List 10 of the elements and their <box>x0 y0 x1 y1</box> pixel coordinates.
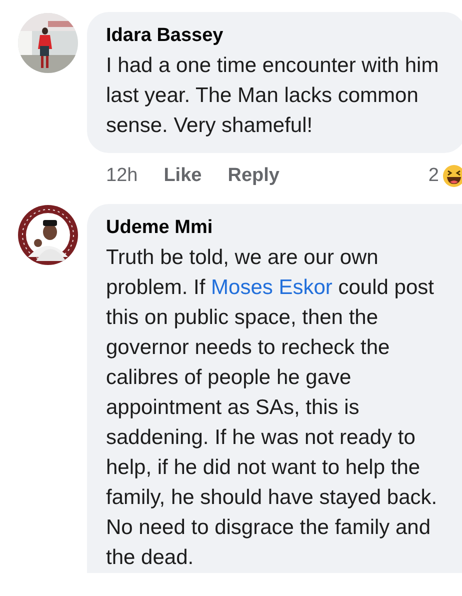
action-link[interactable]: Like <box>164 165 202 187</box>
timestamp: 12h <box>106 165 138 187</box>
laughing-emoji-icon <box>442 164 462 188</box>
author-name: Idara Bassey <box>106 24 224 48</box>
mention-link[interactable]: Moses Eskor <box>211 276 332 299</box>
reaction-count: 2 <box>428 165 439 187</box>
comment-text: Truth be told, we are our own problem. If Moses Eskor could post this on public space, then the governor needs to recheck the calibres of people he gave appointment as SAs, this is saddening. If he was not ready to help, if he did not want to help the family, he should have stayed back. No need to disgrace the family and the dead. <box>106 245 438 571</box>
author-name: Udeme Mmi <box>106 216 213 240</box>
comment-text: I had a one time encounter with him last year. The Man lacks common sense. Very shameful! <box>106 53 440 139</box>
action-link[interactable]: Reply <box>228 165 280 187</box>
